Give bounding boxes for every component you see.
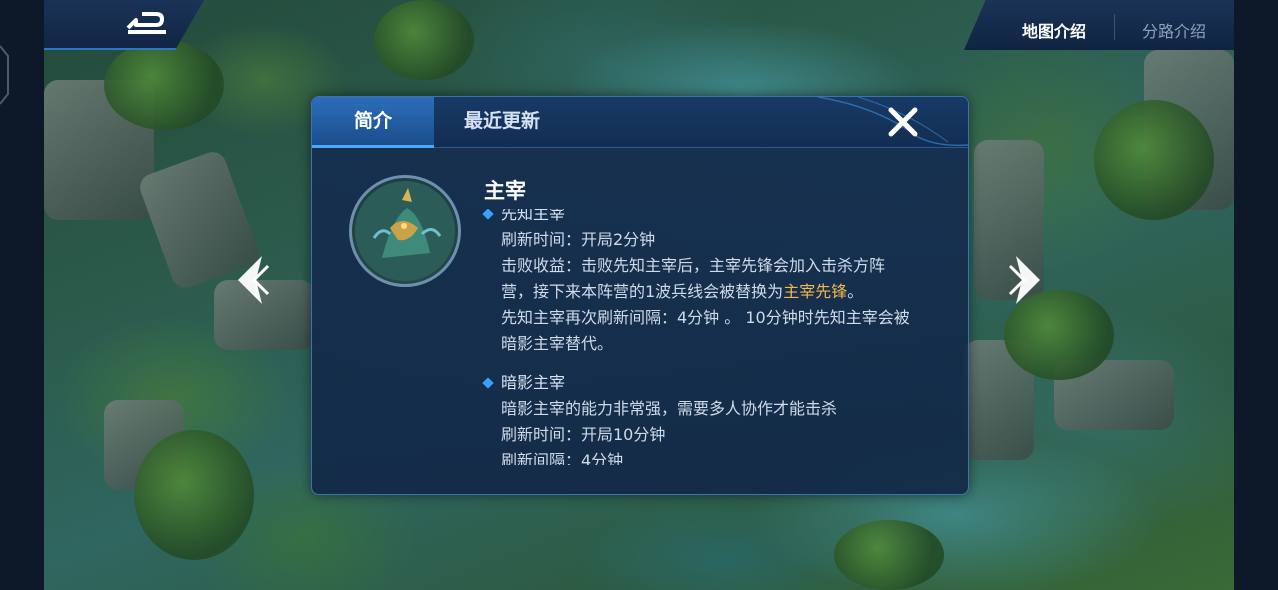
tab-lane-intro[interactable]: 分路介绍 [1142, 18, 1206, 42]
foliage [1094, 100, 1214, 220]
close-icon[interactable] [886, 107, 920, 137]
left-edge-bar [0, 0, 44, 590]
tab-recent-updates[interactable]: 最近更新 [442, 97, 562, 145]
panel-header: 简介 最近更新 [312, 97, 968, 148]
boss-name: 主宰 [484, 179, 526, 203]
foliage [374, 0, 474, 80]
description-line: 营，接下来本阵营的1波兵线会被替换为主宰先锋。 [478, 279, 958, 305]
section-title: 暗影主宰 [501, 373, 566, 392]
diamond-bullet-icon [482, 209, 494, 220]
description-line: 刷新时间：开局10分钟 [501, 425, 666, 444]
top-right-nav: 地图介绍 分路介绍 [964, 0, 1234, 50]
tab-intro[interactable]: 简介 [312, 97, 434, 148]
description-line: 暗影主宰替代。 [501, 334, 614, 353]
boss-info-panel: 简介 最近更新 主宰 先知主宰 刷新时间：开局2分钟 击败收益：击败先知主宰后，… [311, 96, 969, 495]
diamond-bullet-icon [482, 377, 494, 389]
right-edge-bar [1234, 0, 1278, 590]
foliage [134, 430, 254, 560]
description-scroll-area[interactable]: 先知主宰 刷新时间：开局2分钟 击败收益：击败先知主宰后，主宰先锋会加入击杀方阵… [478, 209, 958, 465]
chevron-right-icon[interactable] [1006, 252, 1046, 308]
description-line: 暗影主宰的能力非常强，需要多人协作才能击杀 [501, 399, 838, 418]
foliage [834, 520, 944, 590]
section-heading: 暗影主宰 [478, 370, 958, 396]
section-title: 先知主宰 [501, 209, 566, 223]
description-text: 。 [847, 282, 864, 301]
description-line: 先知主宰再次刷新间隔：4分钟 。 10分钟时先知主宰会被 [501, 308, 910, 327]
description-line: 刷新时间：开局2分钟 [501, 230, 656, 249]
description-line: 刷新间隔：4分钟 [501, 451, 624, 465]
tab-map-intro[interactable]: 地图介绍 [1022, 18, 1086, 42]
chevron-left-icon[interactable] [232, 252, 272, 308]
description-line: 击败收益：击败先知主宰后，主宰先锋会加入击杀方阵 [501, 256, 886, 275]
edge-bracket-icon [0, 45, 9, 105]
dragon-icon [355, 181, 455, 281]
boss-avatar [349, 175, 461, 287]
highlight-text: 主宰先锋 [783, 282, 848, 301]
back-arrow-icon[interactable] [122, 8, 172, 40]
description-content: 先知主宰 刷新时间：开局2分钟 击败收益：击败先知主宰后，主宰先锋会加入击杀方阵… [478, 209, 958, 465]
nav-divider [1114, 14, 1115, 40]
section-heading: 先知主宰 [478, 209, 958, 227]
description-text: 营，接下来本阵营的1波兵线会被替换为 [501, 282, 784, 301]
foliage [104, 40, 224, 130]
